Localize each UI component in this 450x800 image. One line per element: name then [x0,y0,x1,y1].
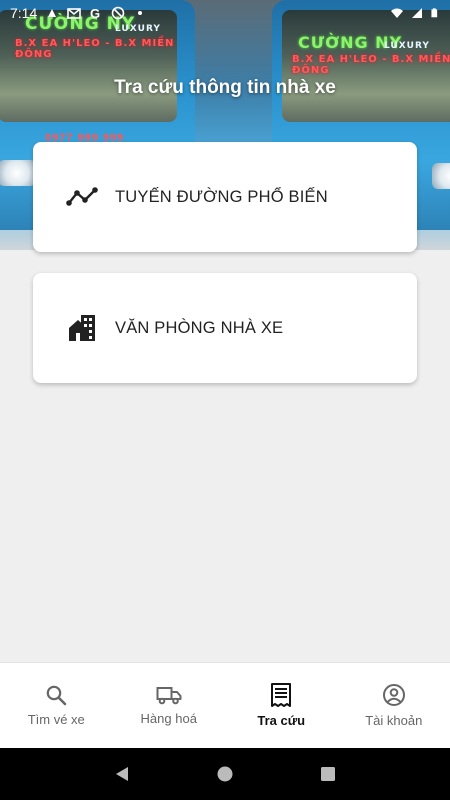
system-navigation-bar [0,748,450,800]
mail-icon [67,8,82,19]
nav-label-search-tickets: Tìm vé xe [27,712,85,727]
bus-right-route: B.X EA H'LEO - B.X MIỀN ĐÔNG [292,54,450,76]
dot-icon [138,11,143,15]
svg-text:G: G [90,6,100,20]
recents-icon[interactable] [319,765,337,783]
bus-left-route: B.X EA H'LEO - B.X MIỀN ĐÔNG [15,38,175,60]
status-bar: 7:14 G [0,0,450,26]
popular-routes-card[interactable]: TUYẾN ĐƯỜNG PHỔ BIẾN [33,142,417,252]
bus-office-card[interactable]: VĂN PHÒNG NHÀ XE [33,273,417,383]
nav-label-lookup: Tra cứu [257,713,306,728]
home-icon[interactable] [216,765,234,783]
bus-right-headlight [432,163,450,189]
status-time: 7:14 [10,5,38,21]
nav-tab-cargo[interactable]: Hàng hoá [113,663,226,748]
nav-tab-search-tickets[interactable]: Tìm vé xe [0,663,113,748]
page-title: Tra cứu thông tin nhà xe [114,77,336,98]
account-icon [382,684,405,706]
search-icon [46,685,67,706]
google-icon: G [90,6,100,20]
blocked-icon [111,6,125,20]
truck-icon [156,687,182,705]
nav-tab-account[interactable]: Tài khoản [338,663,450,748]
bus-left-headlight [0,160,36,186]
route-chart-icon [66,181,98,213]
nav-label-cargo: Hàng hoá [140,711,197,726]
signal-icon [412,8,422,18]
notification-icon [48,9,57,17]
nav-label-account: Tài khoản [365,713,423,728]
office-building-icon [66,312,98,344]
battery-icon [431,8,438,18]
bus-office-label: VĂN PHÒNG NHÀ XE [115,318,284,337]
wifi-icon [391,8,403,18]
nav-tab-lookup[interactable]: Tra cứu [225,663,338,748]
back-icon[interactable] [113,765,131,783]
receipt-icon [271,683,292,707]
bus-right-brand-suffix: LUXURY [384,41,430,51]
bottom-navigation: Tìm vé xe Hàng hoá Tra cứu Tài khoản [0,662,450,748]
popular-routes-label: TUYẾN ĐƯỜNG PHỔ BIẾN [115,187,328,206]
